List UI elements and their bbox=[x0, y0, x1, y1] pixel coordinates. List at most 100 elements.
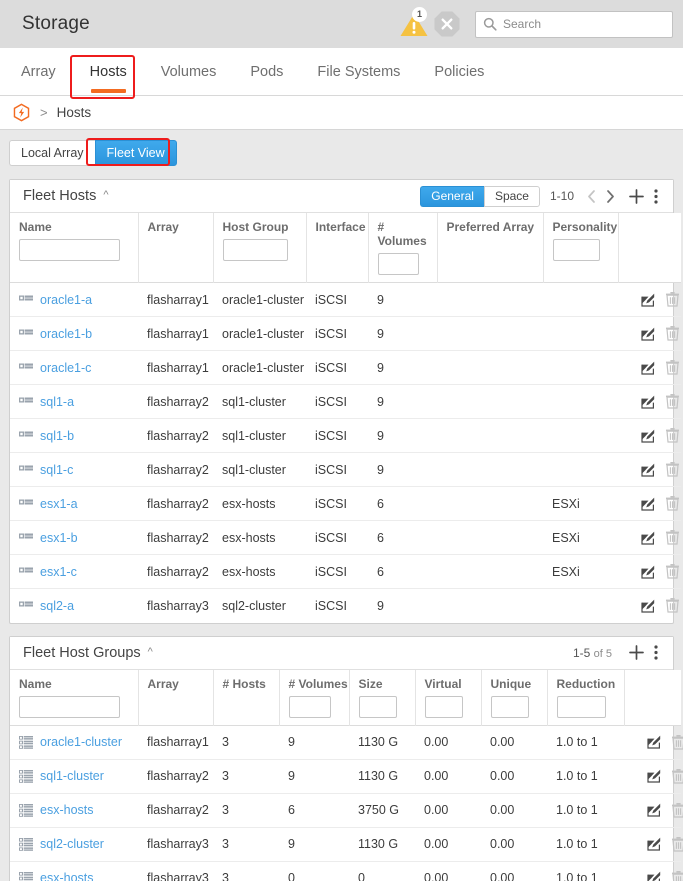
table-row[interactable]: oracle1-c flasharray1 oracle1-cluster iSCSI… bbox=[10, 350, 681, 385]
delete-row-button[interactable] bbox=[666, 326, 679, 341]
host-group-name-cell[interactable]: sql2-cluster bbox=[10, 826, 138, 861]
delete-row-button[interactable] bbox=[672, 870, 683, 881]
edit-row-button[interactable] bbox=[641, 327, 655, 341]
host-name-link[interactable]: esx1-c bbox=[40, 565, 77, 579]
filter-personality-input[interactable] bbox=[552, 239, 600, 261]
delete-row-button[interactable] bbox=[672, 734, 683, 750]
host-name-link[interactable]: oracle1-a bbox=[40, 293, 92, 307]
host-group-name-link[interactable]: esx-hosts bbox=[40, 803, 94, 817]
tab-policies[interactable]: Policies bbox=[417, 48, 501, 95]
filter-name-input[interactable] bbox=[19, 239, 120, 261]
host-name-link[interactable]: esx1-b bbox=[40, 531, 78, 545]
local-array-button[interactable]: Local Array bbox=[9, 140, 95, 166]
add-host-button[interactable] bbox=[620, 188, 650, 204]
table-row[interactable]: esx1-a flasharray2 esx-hosts iSCSI 6 ESXi bbox=[10, 486, 681, 521]
filter-hg-name-input[interactable] bbox=[19, 695, 120, 718]
host-name-cell[interactable]: esx1-a bbox=[10, 486, 138, 521]
host-name-cell[interactable]: sql1-b bbox=[10, 418, 138, 453]
edit-row-button[interactable] bbox=[647, 803, 661, 817]
add-host-group-button[interactable] bbox=[620, 645, 650, 660]
host-name-cell[interactable]: sql2-a bbox=[10, 588, 138, 623]
collapse-caret-icon[interactable]: ^ bbox=[148, 646, 153, 658]
delete-row-button[interactable] bbox=[666, 530, 679, 545]
space-segment-button[interactable]: Space bbox=[483, 185, 540, 207]
table-row[interactable]: oracle1-a flasharray1 oracle1-cluster iSCSI… bbox=[10, 282, 681, 317]
table-row[interactable]: sql1-c flasharray2 sql1-cluster iSCSI 9 bbox=[10, 452, 681, 487]
table-row[interactable]: oracle1-b flasharray1 oracle1-cluster iSCSI… bbox=[10, 316, 681, 351]
delete-row-button[interactable] bbox=[672, 802, 683, 818]
edit-row-button[interactable] bbox=[641, 531, 655, 545]
edit-row-button[interactable] bbox=[647, 871, 661, 881]
search-box[interactable]: Search bbox=[475, 10, 673, 38]
host-name-cell[interactable]: esx1-b bbox=[10, 520, 138, 555]
host-group-name-link[interactable]: sql2-cluster bbox=[40, 837, 104, 851]
edit-row-button[interactable] bbox=[641, 429, 655, 443]
host-name-link[interactable]: sql1-a bbox=[40, 395, 74, 409]
fleet-host-groups-menu-button[interactable] bbox=[650, 645, 665, 660]
alert-indicator[interactable]: 1 bbox=[395, 7, 433, 41]
fleet-view-button[interactable]: Fleet View bbox=[94, 140, 177, 166]
filter-hg-unique-input[interactable] bbox=[490, 695, 529, 718]
pure-storage-logo-icon[interactable] bbox=[12, 103, 31, 122]
delete-row-button[interactable] bbox=[672, 768, 683, 784]
search-input[interactable]: Search bbox=[503, 17, 541, 31]
filter-volumes-input[interactable] bbox=[377, 253, 419, 275]
host-name-cell[interactable]: sql1-c bbox=[10, 452, 138, 487]
host-name-link[interactable]: sql2-a bbox=[40, 599, 74, 613]
host-name-cell[interactable]: sql1-a bbox=[10, 384, 138, 419]
collapse-caret-icon[interactable]: ^ bbox=[103, 189, 108, 201]
edit-row-button[interactable] bbox=[641, 599, 655, 613]
table-row[interactable]: sql1-b flasharray2 sql1-cluster iSCSI 9 bbox=[10, 418, 681, 453]
table-row[interactable]: esx1-b flasharray2 esx-hosts iSCSI 6 ESXi bbox=[10, 520, 681, 555]
prev-page-button[interactable] bbox=[582, 189, 601, 203]
edit-row-button[interactable] bbox=[641, 293, 655, 307]
edit-row-button[interactable] bbox=[641, 497, 655, 511]
general-segment-button[interactable]: General bbox=[420, 185, 484, 207]
delete-row-button[interactable] bbox=[666, 428, 679, 443]
delete-row-button[interactable] bbox=[672, 836, 683, 852]
close-octagon-icon[interactable] bbox=[433, 10, 461, 38]
host-name-link[interactable]: oracle1-c bbox=[40, 361, 91, 375]
host-name-link[interactable]: sql1-b bbox=[40, 429, 74, 443]
delete-row-button[interactable] bbox=[666, 598, 679, 613]
delete-row-button[interactable] bbox=[666, 564, 679, 579]
host-group-name-cell[interactable]: esx-hosts bbox=[10, 792, 138, 827]
edit-row-button[interactable] bbox=[641, 361, 655, 375]
filter-hg-reduction-input[interactable] bbox=[556, 695, 606, 718]
host-name-cell[interactable]: oracle1-b bbox=[10, 316, 138, 351]
delete-row-button[interactable] bbox=[666, 360, 679, 375]
host-name-link[interactable]: sql1-c bbox=[40, 463, 73, 477]
table-row[interactable]: esx-hosts flasharray2 3 6 3750 G 0.00 0.00 1.0 … bbox=[10, 792, 683, 827]
host-name-cell[interactable]: oracle1-a bbox=[10, 282, 138, 317]
table-row[interactable]: esx-hosts flasharray3 3 0 0 0.00 0.00 1.0 to 1 bbox=[10, 860, 683, 881]
edit-row-button[interactable] bbox=[641, 463, 655, 477]
next-page-button[interactable] bbox=[601, 189, 620, 203]
host-group-name-link[interactable]: oracle1-cluster bbox=[40, 735, 122, 749]
tab-pods[interactable]: Pods bbox=[233, 48, 300, 95]
tab-hosts[interactable]: Hosts bbox=[73, 48, 144, 95]
host-group-name-link[interactable]: sql1-cluster bbox=[40, 769, 104, 783]
table-row[interactable]: oracle1-cluster flasharray1 3 9 1130 G 0.00 0.… bbox=[10, 724, 683, 759]
edit-row-button[interactable] bbox=[647, 837, 661, 851]
table-row[interactable]: sql1-cluster flasharray2 3 9 1130 G 0.00 0.00 1… bbox=[10, 758, 683, 793]
delete-row-button[interactable] bbox=[666, 462, 679, 477]
host-group-name-cell[interactable]: oracle1-cluster bbox=[10, 724, 138, 759]
edit-row-button[interactable] bbox=[647, 735, 661, 749]
host-name-link[interactable]: oracle1-b bbox=[40, 327, 92, 341]
filter-hg-virtual-input[interactable] bbox=[424, 695, 463, 718]
edit-row-button[interactable] bbox=[647, 769, 661, 783]
edit-row-button[interactable] bbox=[641, 565, 655, 579]
filter-hg-size-input[interactable] bbox=[358, 695, 397, 718]
filter-hg-volumes-input[interactable] bbox=[288, 695, 331, 718]
filter-host-group-input[interactable] bbox=[222, 239, 288, 261]
edit-row-button[interactable] bbox=[641, 395, 655, 409]
table-row[interactable]: esx1-c flasharray2 esx-hosts iSCSI 6 ESXi bbox=[10, 554, 681, 589]
delete-row-button[interactable] bbox=[666, 292, 679, 307]
delete-row-button[interactable] bbox=[666, 496, 679, 511]
tab-array[interactable]: Array bbox=[4, 48, 73, 95]
table-row[interactable]: sql1-a flasharray2 sql1-cluster iSCSI 9 bbox=[10, 384, 681, 419]
table-row[interactable]: sql2-cluster flasharray3 3 9 1130 G 0.00 0.00 1… bbox=[10, 826, 683, 861]
host-name-cell[interactable]: oracle1-c bbox=[10, 350, 138, 385]
table-row[interactable]: sql2-a flasharray3 sql2-cluster iSCSI 9 bbox=[10, 588, 681, 623]
tab-file-systems[interactable]: File Systems bbox=[300, 48, 417, 95]
